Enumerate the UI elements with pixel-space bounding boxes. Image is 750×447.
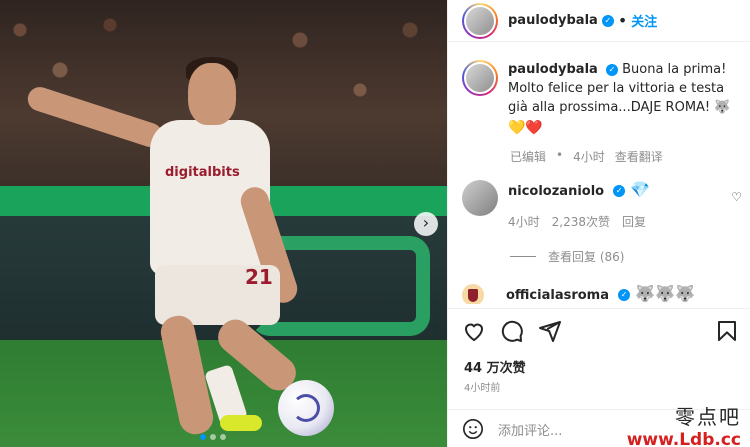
comment-time: 4小时: [508, 215, 540, 229]
caption-username[interactable]: paulodybala: [508, 62, 598, 77]
player-boot: [220, 415, 262, 431]
verified-icon: ✓: [618, 288, 631, 301]
carousel-dot-2: [210, 434, 216, 440]
view-replies-button[interactable]: 查看回复 (86): [510, 248, 624, 265]
comment-like-heart-icon[interactable]: ♡: [731, 190, 742, 204]
comment-reply-button[interactable]: 回复: [622, 213, 646, 230]
post-side-panel: paulodybala ✓ • 关注 paulodybala ✓ Buona l…: [447, 0, 750, 447]
watermark-line1: 零点吧: [675, 405, 741, 429]
carousel-dots: [200, 434, 226, 440]
view-replies-label: 查看回复 (86): [548, 250, 625, 264]
commenter-avatar[interactable]: [462, 284, 484, 304]
chevron-right-icon: ›: [422, 213, 430, 232]
player-figure: digitalbits 21: [24, 55, 330, 438]
verified-icon: ✓: [605, 63, 618, 76]
carousel-next-button[interactable]: ›: [414, 212, 438, 236]
caption-separator: •: [556, 148, 564, 162]
commenter-username[interactable]: officialasroma: [506, 288, 609, 303]
commenter-username[interactable]: nicolozaniolo: [508, 184, 604, 199]
comment-item: officialasroma ✓ 🐺🐺🐺: [462, 284, 742, 304]
bookmark-icon[interactable]: [715, 319, 739, 343]
header-separator: •: [617, 11, 628, 30]
caption-time: 4小时: [573, 150, 605, 164]
replies-divider: [510, 256, 536, 257]
author-username[interactable]: paulodybala: [508, 13, 598, 28]
translate-link[interactable]: 查看翻译: [615, 148, 663, 165]
post-header: paulodybala ✓ • 关注: [448, 0, 750, 42]
carousel-dot-1: [200, 434, 206, 440]
carousel-dot-3: [220, 434, 226, 440]
follow-button[interactable]: 关注: [631, 11, 657, 30]
post-actions: 44 万次赞 4小时前 添加评论... 零点吧 www.Ldb.cc: [448, 308, 750, 447]
football: [278, 380, 334, 436]
shirt-number: 21: [245, 265, 273, 289]
smile-icon[interactable]: [462, 418, 484, 440]
caption-emojis: 💛❤️: [508, 120, 543, 136]
comment-item: nicolozaniolo ✓ 💎 4小时 2,238次赞 回复 ♡: [462, 180, 742, 230]
author-avatar[interactable]: [462, 2, 498, 39]
watermark-line2: www.Ldb.cc: [626, 430, 741, 447]
caption-author-avatar[interactable]: [462, 60, 498, 96]
caption-meta: 已编辑 • 4小时 查看翻译: [510, 148, 663, 165]
action-icons-row: [462, 319, 739, 343]
like-count[interactable]: 44 万次赞: [464, 357, 526, 376]
verified-icon: ✓: [601, 14, 614, 27]
comment-likes[interactable]: 2,238次赞: [552, 213, 610, 230]
edited-label: 已编辑: [510, 150, 547, 164]
heart-icon[interactable]: [462, 319, 486, 343]
share-icon[interactable]: [538, 319, 562, 343]
watermark: 零点吧 www.Ldb.cc: [627, 401, 741, 447]
commenter-avatar[interactable]: [462, 180, 498, 216]
shirt-sponsor-text: digitalbits: [165, 165, 240, 180]
comment-text: 🐺🐺🐺: [635, 284, 695, 303]
comment-text: 💎: [630, 180, 651, 199]
post-time: 4小时前: [464, 383, 501, 394]
comment-icon[interactable]: [500, 319, 524, 343]
player-head: [188, 63, 236, 125]
post-caption: paulodybala ✓ Buona la prima! Molto feli…: [462, 60, 742, 138]
verified-icon: ✓: [613, 184, 626, 197]
post-photo[interactable]: digitalbits 21 ›: [0, 0, 447, 447]
comment-input[interactable]: 添加评论...: [498, 420, 562, 439]
